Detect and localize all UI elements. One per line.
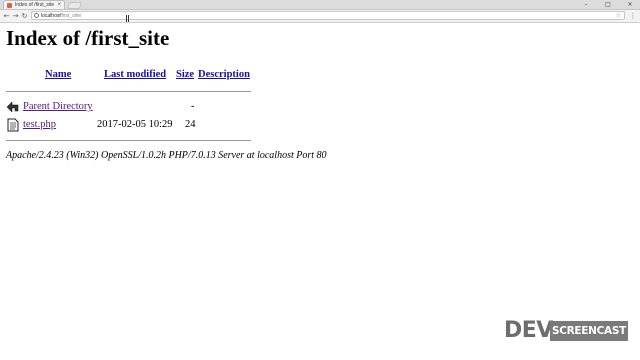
parent-directory-link[interactable]: Parent Directory — [23, 101, 93, 112]
table-row: test.php 2017-02-05 10:29 24 — [6, 118, 256, 132]
file-size: 24 — [185, 119, 196, 130]
sort-last-modified-link[interactable]: Last modified — [104, 69, 166, 80]
text-file-icon — [7, 118, 19, 132]
sort-description-link[interactable]: Description — [198, 69, 250, 80]
file-link[interactable]: test.php — [23, 119, 56, 130]
url-path: /first_site/ — [60, 13, 82, 19]
parent-directory-row: Parent Directory - — [6, 100, 256, 114]
tab-title: Index of /first_site — [15, 2, 55, 8]
favicon-icon — [7, 3, 12, 8]
tab-close-icon[interactable]: × — [57, 1, 61, 10]
close-window-button[interactable]: × — [622, 0, 638, 9]
sort-name-link[interactable]: Name — [45, 69, 71, 80]
active-tab[interactable]: Index of /first_site × — [3, 0, 65, 9]
new-tab-button[interactable] — [66, 2, 83, 9]
address-bar[interactable]: localhost /first_site/ ☆ — [31, 11, 625, 20]
browser-toolbar: ← → ↻ localhost /first_site/ ☆ ⋮ — [0, 10, 640, 23]
back-arrow-icon — [6, 101, 19, 113]
forward-button[interactable]: → — [11, 11, 20, 21]
watermark-logo: DEV SCREENCAST — [504, 318, 628, 344]
parent-size: - — [191, 101, 195, 112]
sort-size-link[interactable]: Size — [176, 69, 194, 80]
watermark-badge: SCREENCAST — [550, 321, 628, 341]
minimize-button[interactable]: – — [578, 0, 594, 9]
server-signature: Apache/2.4.23 (Win32) OpenSSL/1.0.2h PHP… — [6, 150, 327, 161]
text-cursor-icon — [126, 15, 129, 22]
file-last-modified: 2017-02-05 10:29 — [97, 119, 173, 130]
listing-header-row: Name Last modified Size Description — [6, 68, 256, 82]
url-host: localhost — [41, 13, 61, 19]
back-button[interactable]: ← — [2, 11, 11, 21]
reload-button[interactable]: ↻ — [20, 11, 29, 21]
browser-menu-icon[interactable]: ⋮ — [629, 11, 637, 21]
footer-divider — [6, 140, 251, 141]
watermark-screencast-text: SCREENCAST — [551, 325, 627, 337]
tab-strip: Index of /first_site × – □ × — [0, 0, 640, 10]
maximize-button[interactable]: □ — [600, 0, 616, 9]
bookmark-star-icon[interactable]: ☆ — [616, 12, 621, 20]
header-divider — [6, 91, 251, 92]
page-info-icon[interactable] — [34, 13, 39, 18]
watermark-dev-text: DEV — [504, 318, 553, 343]
page-title: Index of /first_site — [6, 26, 170, 50]
